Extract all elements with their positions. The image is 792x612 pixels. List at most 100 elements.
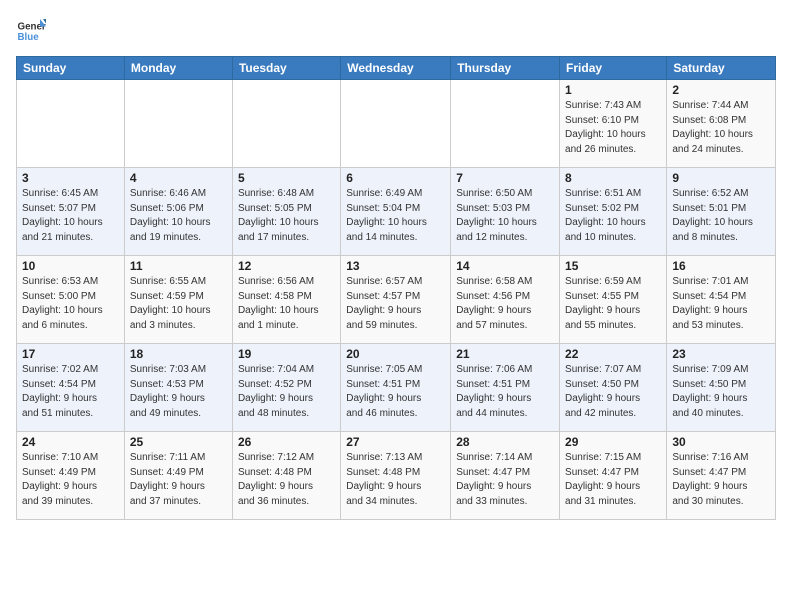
calendar-cell	[124, 80, 232, 168]
calendar-cell: 5 Sunrise: 6:48 AM Sunset: 5:05 PM Daylig…	[232, 168, 340, 256]
day-detail: Sunrise: 7:43 AM Sunset: 6:10 PM Dayligh…	[565, 99, 661, 157]
day-number: 22	[565, 347, 661, 361]
calendar-cell: 8 Sunrise: 6:51 AM Sunset: 5:02 PM Daylig…	[560, 168, 667, 256]
day-detail: Sunrise: 7:12 AM Sunset: 4:48 PM Dayligh…	[238, 451, 335, 509]
calendar-cell: 20Sunrise: 7:05 AM Sunset: 4:51 PM Dayli…	[341, 344, 451, 432]
day-number: 13	[346, 259, 445, 273]
calendar-cell: 14Sunrise: 6:58 AM Sunset: 4:56 PM Dayli…	[451, 256, 560, 344]
day-detail: Sunrise: 6:58 AM Sunset: 4:56 PM Dayligh…	[456, 275, 554, 333]
day-detail: Sunrise: 6:46 AM Sunset: 5:06 PM Dayligh…	[130, 187, 227, 245]
day-detail: Sunrise: 7:14 AM Sunset: 4:47 PM Dayligh…	[456, 451, 554, 509]
day-number: 12	[238, 259, 335, 273]
day-number: 4	[130, 171, 227, 185]
day-detail: Sunrise: 7:09 AM Sunset: 4:50 PM Dayligh…	[672, 363, 770, 421]
calendar-cell: 6 Sunrise: 6:49 AM Sunset: 5:04 PM Daylig…	[341, 168, 451, 256]
calendar-cell: 17 Sunrise: 7:02 AM Sunset: 4:54 PM Dayli…	[17, 344, 125, 432]
calendar-cell: 15 Sunrise: 6:59 AM Sunset: 4:55 PM Dayli…	[560, 256, 667, 344]
day-number: 15	[565, 259, 661, 273]
weekday-header-friday: Friday	[560, 57, 667, 80]
calendar-cell: 4 Sunrise: 6:46 AM Sunset: 5:06 PM Daylig…	[124, 168, 232, 256]
calendar-cell: 7 Sunrise: 6:50 AM Sunset: 5:03 PM Daylig…	[451, 168, 560, 256]
svg-text:Blue: Blue	[18, 32, 40, 43]
day-detail: Sunrise: 6:50 AM Sunset: 5:03 PM Dayligh…	[456, 187, 554, 245]
weekday-header-monday: Monday	[124, 57, 232, 80]
day-detail: Sunrise: 6:51 AM Sunset: 5:02 PM Dayligh…	[565, 187, 661, 245]
calendar-cell	[451, 80, 560, 168]
calendar-header: SundayMondayTuesdayWednesdayThursdayFrid…	[17, 57, 776, 80]
day-number: 29	[565, 435, 661, 449]
day-detail: Sunrise: 7:06 AM Sunset: 4:51 PM Dayligh…	[456, 363, 554, 421]
calendar-cell	[341, 80, 451, 168]
day-number: 16	[672, 259, 770, 273]
day-number: 30	[672, 435, 770, 449]
day-detail: Sunrise: 6:53 AM Sunset: 5:00 PM Dayligh…	[22, 275, 119, 333]
day-number: 8	[565, 171, 661, 185]
day-number: 2	[672, 83, 770, 97]
day-number: 18	[130, 347, 227, 361]
calendar-cell: 16 Sunrise: 7:01 AM Sunset: 4:54 PM Dayli…	[667, 256, 776, 344]
calendar-week-3: 17 Sunrise: 7:02 AM Sunset: 4:54 PM Dayli…	[17, 344, 776, 432]
calendar-cell: 9 Sunrise: 6:52 AM Sunset: 5:01 PM Daylig…	[667, 168, 776, 256]
calendar-week-0: 1Sunrise: 7:43 AM Sunset: 6:10 PM Daylig…	[17, 80, 776, 168]
day-number: 9	[672, 171, 770, 185]
day-number: 28	[456, 435, 554, 449]
weekday-header-thursday: Thursday	[451, 57, 560, 80]
day-detail: Sunrise: 7:44 AM Sunset: 6:08 PM Dayligh…	[672, 99, 770, 157]
day-number: 21	[456, 347, 554, 361]
calendar-cell: 25 Sunrise: 7:11 AM Sunset: 4:49 PM Dayli…	[124, 432, 232, 520]
calendar-week-4: 24 Sunrise: 7:10 AM Sunset: 4:49 PM Dayli…	[17, 432, 776, 520]
header-area: General Blue	[16, 16, 776, 46]
day-number: 24	[22, 435, 119, 449]
day-detail: Sunrise: 7:03 AM Sunset: 4:53 PM Dayligh…	[130, 363, 227, 421]
weekday-header-sunday: Sunday	[17, 57, 125, 80]
calendar-cell	[232, 80, 340, 168]
day-detail: Sunrise: 6:45 AM Sunset: 5:07 PM Dayligh…	[22, 187, 119, 245]
weekday-header-wednesday: Wednesday	[341, 57, 451, 80]
day-detail: Sunrise: 6:59 AM Sunset: 4:55 PM Dayligh…	[565, 275, 661, 333]
page: General Blue SundayMondayTuesdayWednesda…	[0, 0, 792, 528]
day-number: 7	[456, 171, 554, 185]
general-blue-icon: General Blue	[16, 16, 46, 46]
calendar-cell: 13 Sunrise: 6:57 AM Sunset: 4:57 PM Dayli…	[341, 256, 451, 344]
day-number: 17	[22, 347, 119, 361]
calendar-cell: 27 Sunrise: 7:13 AM Sunset: 4:48 PM Dayli…	[341, 432, 451, 520]
day-detail: Sunrise: 6:49 AM Sunset: 5:04 PM Dayligh…	[346, 187, 445, 245]
day-number: 25	[130, 435, 227, 449]
calendar-cell: 3Sunrise: 6:45 AM Sunset: 5:07 PM Daylig…	[17, 168, 125, 256]
calendar-cell: 28 Sunrise: 7:14 AM Sunset: 4:47 PM Dayli…	[451, 432, 560, 520]
calendar-cell: 11Sunrise: 6:55 AM Sunset: 4:59 PM Dayli…	[124, 256, 232, 344]
day-detail: Sunrise: 7:02 AM Sunset: 4:54 PM Dayligh…	[22, 363, 119, 421]
day-detail: Sunrise: 7:13 AM Sunset: 4:48 PM Dayligh…	[346, 451, 445, 509]
day-detail: Sunrise: 7:11 AM Sunset: 4:49 PM Dayligh…	[130, 451, 227, 509]
calendar-cell: 18 Sunrise: 7:03 AM Sunset: 4:53 PM Dayli…	[124, 344, 232, 432]
day-number: 27	[346, 435, 445, 449]
calendar-cell: 29Sunrise: 7:15 AM Sunset: 4:47 PM Dayli…	[560, 432, 667, 520]
weekday-header-tuesday: Tuesday	[232, 57, 340, 80]
day-number: 5	[238, 171, 335, 185]
day-detail: Sunrise: 7:01 AM Sunset: 4:54 PM Dayligh…	[672, 275, 770, 333]
day-detail: Sunrise: 7:04 AM Sunset: 4:52 PM Dayligh…	[238, 363, 335, 421]
calendar-cell: 24 Sunrise: 7:10 AM Sunset: 4:49 PM Dayli…	[17, 432, 125, 520]
calendar-cell: 10Sunrise: 6:53 AM Sunset: 5:00 PM Dayli…	[17, 256, 125, 344]
day-detail: Sunrise: 7:10 AM Sunset: 4:49 PM Dayligh…	[22, 451, 119, 509]
day-detail: Sunrise: 6:55 AM Sunset: 4:59 PM Dayligh…	[130, 275, 227, 333]
calendar-cell: 21 Sunrise: 7:06 AM Sunset: 4:51 PM Dayli…	[451, 344, 560, 432]
weekday-row: SundayMondayTuesdayWednesdayThursdayFrid…	[17, 57, 776, 80]
day-number: 6	[346, 171, 445, 185]
day-detail: Sunrise: 7:16 AM Sunset: 4:47 PM Dayligh…	[672, 451, 770, 509]
day-detail: Sunrise: 6:52 AM Sunset: 5:01 PM Dayligh…	[672, 187, 770, 245]
calendar-cell: 30 Sunrise: 7:16 AM Sunset: 4:47 PM Dayli…	[667, 432, 776, 520]
calendar-body: 1Sunrise: 7:43 AM Sunset: 6:10 PM Daylig…	[17, 80, 776, 520]
day-number: 19	[238, 347, 335, 361]
day-detail: Sunrise: 6:56 AM Sunset: 4:58 PM Dayligh…	[238, 275, 335, 333]
calendar-cell: 22 Sunrise: 7:07 AM Sunset: 4:50 PM Dayli…	[560, 344, 667, 432]
day-number: 23	[672, 347, 770, 361]
day-detail: Sunrise: 6:57 AM Sunset: 4:57 PM Dayligh…	[346, 275, 445, 333]
calendar-cell	[17, 80, 125, 168]
calendar-cell: 26Sunrise: 7:12 AM Sunset: 4:48 PM Dayli…	[232, 432, 340, 520]
calendar-cell: 23 Sunrise: 7:09 AM Sunset: 4:50 PM Dayli…	[667, 344, 776, 432]
calendar-week-1: 3Sunrise: 6:45 AM Sunset: 5:07 PM Daylig…	[17, 168, 776, 256]
calendar-cell: 1Sunrise: 7:43 AM Sunset: 6:10 PM Daylig…	[560, 80, 667, 168]
day-detail: Sunrise: 6:48 AM Sunset: 5:05 PM Dayligh…	[238, 187, 335, 245]
day-detail: Sunrise: 7:07 AM Sunset: 4:50 PM Dayligh…	[565, 363, 661, 421]
